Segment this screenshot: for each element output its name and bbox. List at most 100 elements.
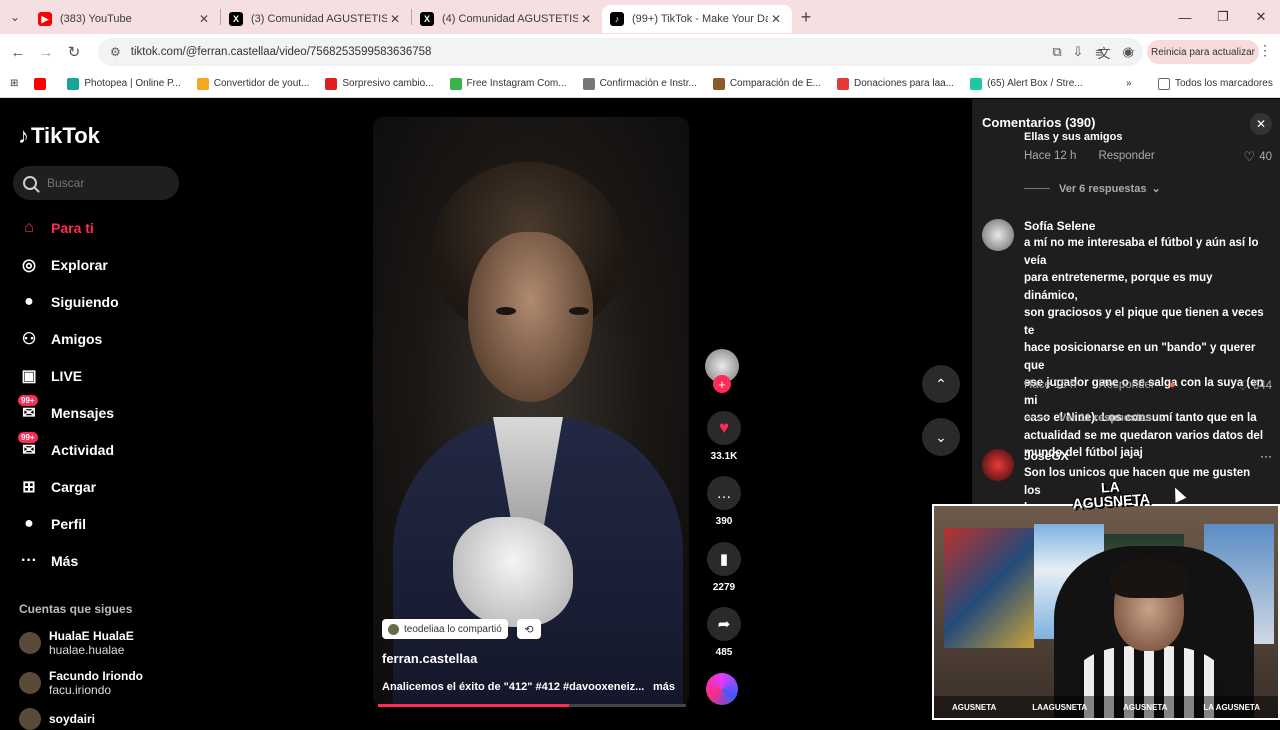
reply-button[interactable]: Responder — [1098, 150, 1154, 162]
tiktok-logo[interactable]: ♪ TikTok — [18, 123, 100, 149]
video-author[interactable]: ferran.castellaa — [382, 651, 477, 666]
bookmark-item[interactable]: Comparación de E... — [705, 77, 829, 90]
comment-author[interactable]: Sofía Selene — [1024, 219, 1095, 233]
tab-close-icon[interactable]: ✕ — [387, 12, 403, 26]
save-button[interactable]: ▮ 2279 — [704, 542, 744, 593]
address-bar[interactable]: ⚙ tiktok.com/@ferran.castellaa/video/756… — [98, 38, 1143, 66]
new-tab-button[interactable]: + — [792, 7, 820, 28]
following-account[interactable]: HualaE HualaE hualae.hualae — [19, 629, 134, 657]
shared-by-chip[interactable]: teodeliaa lo compartió — [382, 619, 508, 639]
account-handle: facu.iriondo — [49, 683, 112, 697]
window-controls: — ❐ ✕ — [1166, 0, 1280, 34]
search-box[interactable] — [13, 166, 179, 200]
browser-tab[interactable]: ▶ (383) YouTube ✕ — [30, 5, 220, 33]
nav-item-live[interactable]: ▣ LIVE — [18, 357, 119, 394]
site-info-icon[interactable]: ⚙ — [110, 45, 121, 59]
restore-icon[interactable]: ❐ — [1204, 0, 1242, 34]
share-icon: ➦ — [707, 607, 741, 641]
bookmark-label: Free Instagram Com... — [466, 78, 567, 89]
live-icon: ▣ — [21, 367, 37, 385]
heart-outline-icon: ♡ — [1237, 378, 1249, 393]
bookmark-item[interactable]: Sorpresivo cambio... — [317, 77, 441, 90]
comment-button[interactable]: … 390 — [704, 476, 744, 527]
minimize-icon[interactable]: — — [1166, 0, 1204, 34]
search-input[interactable] — [47, 176, 167, 190]
browser-tab[interactable]: X (4) Comunidad AGUSTETISMO✕ — [412, 5, 602, 33]
follow-plus-icon[interactable]: + — [713, 375, 731, 393]
bookmark-favicon-icon — [970, 77, 983, 90]
comment-like[interactable]: ♡ 40 — [1244, 149, 1272, 165]
nav-item-label: Siguiendo — [51, 293, 119, 310]
previous-video-button[interactable]: ⌃ — [922, 365, 960, 403]
tab-close-icon[interactable]: ✕ — [196, 12, 212, 26]
menu-icon[interactable]: ⋮ — [1258, 42, 1272, 59]
nav-item-mensajes[interactable]: ✉ 99+ Mensajes — [18, 394, 119, 431]
nav-item-cargar[interactable]: ⊞ Cargar — [18, 468, 119, 505]
nav-item-más[interactable]: ··· Más — [18, 542, 119, 579]
bookmark-item[interactable]: Free Instagram Com... — [442, 77, 575, 90]
browser-tab[interactable]: X (3) Comunidad AGUSTETISMO✕ — [221, 5, 411, 33]
music-disc-icon[interactable] — [706, 673, 738, 705]
reply-button[interactable]: Responder — [1098, 379, 1154, 391]
video-more-link[interactable]: más — [653, 681, 675, 693]
webcam-overlay: AGUSNETA LAAGUSNETA AGUSNETA LA AGUSNETA — [932, 504, 1280, 720]
bookmark-label: (65) Alert Box / Stre... — [987, 78, 1083, 89]
comment-avatar[interactable] — [982, 449, 1014, 481]
nav-item-perfil[interactable]: ● Perfil — [18, 505, 119, 542]
following-account[interactable]: soydairi — [19, 708, 95, 730]
tab-close-icon[interactable]: ✕ — [578, 12, 594, 26]
comment-line: actualidad se me quedaron varios datos d… — [1024, 429, 1264, 442]
avatar — [19, 632, 41, 654]
nav-item-amigos[interactable]: ⚇ Amigos — [18, 320, 119, 357]
like-button[interactable]: ♥ 33.1K — [704, 411, 744, 462]
nav-item-label: Para ti — [51, 219, 94, 236]
close-window-icon[interactable]: ✕ — [1242, 0, 1280, 34]
extensions-icon[interactable]: ⧉ — [1043, 34, 1071, 70]
reload-icon[interactable]: ↻ — [60, 43, 88, 61]
forward-icon[interactable]: → — [32, 44, 60, 61]
apps-icon[interactable]: ⊞ — [0, 78, 26, 89]
nav-item-label: Perfil — [51, 515, 87, 532]
comment-text: a mí no me interesaba el fútbol y aún as… — [1024, 235, 1269, 463]
youtube-bookmark-icon[interactable] — [26, 77, 59, 90]
repost-icon[interactable]: ⟲ — [517, 619, 541, 639]
avatar — [19, 672, 41, 694]
share-button[interactable]: ➦ 485 — [704, 607, 744, 658]
back-icon[interactable]: ← — [4, 44, 32, 61]
video-progress-bar[interactable] — [378, 704, 686, 707]
following-account-text: Facundo Iriondo facu.iriondo — [49, 669, 143, 697]
comment-author[interactable]: JoseGX — [1024, 449, 1069, 463]
next-video-button[interactable]: ⌄ — [922, 418, 960, 456]
bookmark-item[interactable]: Convertidor de yout... — [189, 77, 318, 90]
sharer-avatar — [388, 623, 399, 635]
tiktok-note-icon: ♪ — [18, 123, 29, 148]
comment-avatar[interactable] — [982, 219, 1014, 251]
comment-line: son graciosos y el pique que tienen a ve… — [1024, 307, 1264, 337]
divider — [1024, 188, 1050, 189]
nav-item-actividad[interactable]: ✉ 99+ Actividad — [18, 431, 119, 468]
bookmark-item[interactable]: Donaciones para laa... — [829, 77, 962, 90]
more-bookmarks-icon[interactable]: » — [1118, 78, 1140, 89]
nav-item-para-ti[interactable]: ⌂ Para ti — [18, 209, 119, 246]
comment-like[interactable]: ♡ 644 — [1237, 378, 1272, 394]
bookmark-item[interactable]: Photopea | Online P... — [59, 77, 188, 90]
browser-tab[interactable]: ♪ (99+) TikTok - Make Your Day ✕ — [602, 5, 792, 33]
heart-icon: ♥ — [707, 411, 741, 445]
following-account[interactable]: Facundo Iriondo facu.iriondo — [19, 669, 143, 697]
view-replies[interactable]: Ver 11 respuestas ⌄ — [1024, 411, 1166, 424]
nav-item-siguiendo[interactable]: ● Siguiendo — [18, 283, 119, 320]
account-icon[interactable]: ◉ — [1114, 34, 1142, 70]
tab-close-icon[interactable]: ✕ — [768, 12, 784, 26]
bookmark-item[interactable]: (65) Alert Box / Stre... — [962, 77, 1091, 90]
all-bookmarks[interactable]: Todos los marcadores — [1150, 77, 1280, 90]
heart-outline-icon: ♡ — [1243, 149, 1256, 164]
update-button[interactable]: Reinicia para actualizar — [1147, 40, 1259, 64]
media-icon[interactable]: ≡ — [1085, 34, 1113, 70]
nav-item-label: Cargar — [51, 478, 97, 495]
nav-item-explorar[interactable]: ◎ Explorar — [18, 246, 119, 283]
tab-search-icon[interactable]: ⌄ — [0, 0, 30, 34]
bookmark-item[interactable]: Confirmación e Instr... — [575, 77, 705, 90]
bookmark-label: Sorpresivo cambio... — [342, 78, 434, 89]
view-replies[interactable]: Ver 6 respuestas ⌄ — [1024, 182, 1161, 195]
comment-more-icon[interactable]: ··· — [1260, 449, 1272, 463]
